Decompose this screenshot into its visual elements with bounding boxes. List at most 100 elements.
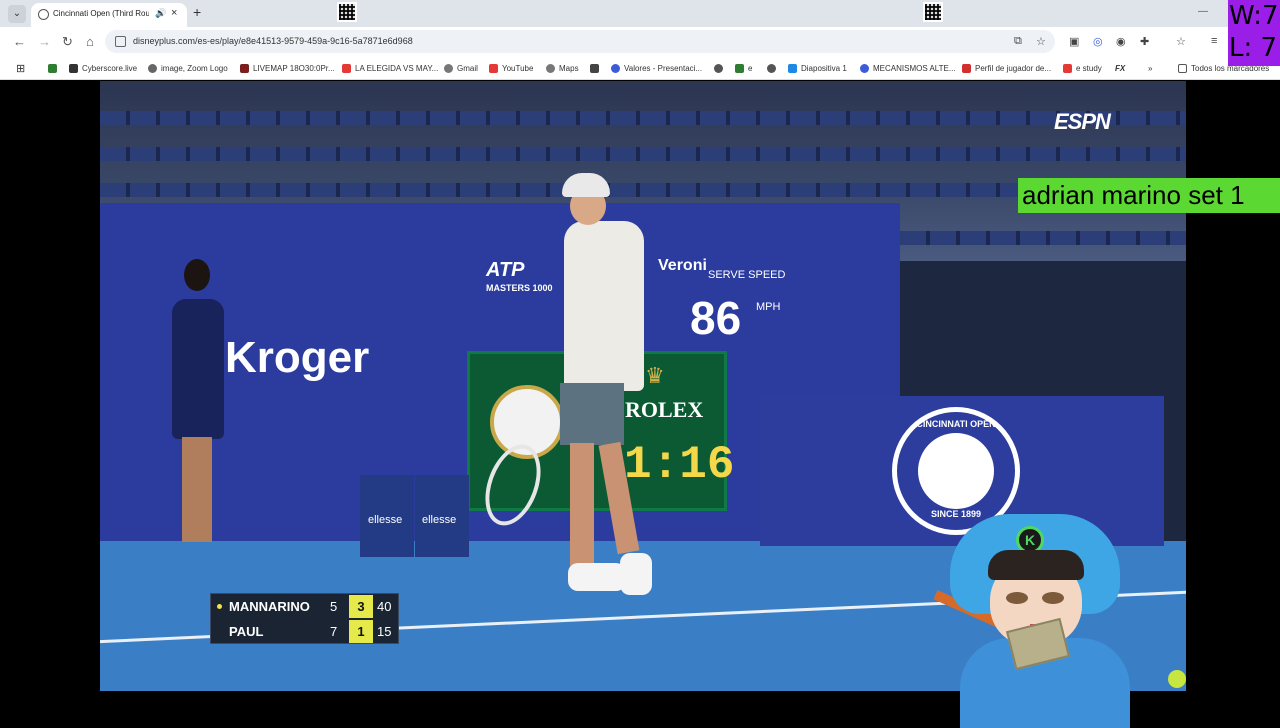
bookmark-favicon-icon: [48, 63, 57, 73]
bookmark-favicon-icon: [444, 63, 453, 73]
ellesse-label: ellesse: [422, 514, 457, 526]
player-name: PAUL: [229, 624, 264, 639]
bookmark-item[interactable]: Maps: [546, 61, 579, 75]
network-logo: ESPN: [1054, 109, 1111, 134]
sponsor-kroger: Kroger: [225, 333, 370, 382]
bookmark-favicon-icon: [611, 63, 620, 73]
bookmark-label: LIVEMAP 18O30:0Pr...: [253, 63, 335, 73]
bookmark-label: FX: [1115, 63, 1126, 73]
player-shoe: [568, 563, 626, 591]
player-cap: [562, 173, 610, 197]
bookmark-label: LA ELEGIDA VS MAY...: [355, 63, 439, 73]
bookmarks-star-icon[interactable]: ☆: [1176, 35, 1186, 48]
home-icon[interactable]: ⌂: [86, 34, 94, 49]
player-shoe: [620, 553, 652, 595]
tournament-name: CINCINNATI OPEN: [916, 419, 996, 429]
seat-row: [900, 231, 1186, 245]
browser-tab[interactable]: Cincinnati Open (Third Rou 🔊 ×: [31, 3, 187, 27]
reload-icon[interactable]: ↻: [62, 34, 73, 50]
bookmark-favicon-icon: [590, 63, 599, 73]
bookmark-item[interactable]: image, Zoom Logo: [148, 61, 228, 75]
menu-icon[interactable]: ≡: [1211, 35, 1217, 47]
bookmark-favicon-icon: [1063, 63, 1072, 73]
bookmarks-bar: ⊞ Cyberscore.live image, Zoom Logo LIVEM…: [0, 56, 1280, 80]
bookmark-item[interactable]: [767, 61, 780, 75]
bookmark-item[interactable]: Diapositiva 1: [788, 61, 847, 75]
minimize-button[interactable]: —: [1198, 6, 1208, 17]
player-shorts: [560, 383, 624, 445]
set-score: 5: [330, 599, 338, 614]
serve-speed-unit: MPH: [756, 301, 780, 313]
ball-girl-dress: [172, 299, 224, 439]
serve-speed-label: SERVE SPEED: [708, 269, 786, 281]
set-score: 7: [330, 624, 338, 639]
bookmark-item[interactable]: e: [735, 61, 752, 75]
extension-icon[interactable]: ▣: [1069, 35, 1079, 48]
bookmark-item[interactable]: [48, 61, 61, 75]
bookmark-favicon-icon: [148, 63, 157, 73]
bookmark-item[interactable]: Cyberscore.live: [69, 61, 137, 75]
tab-search-button[interactable]: ⌄: [8, 5, 26, 23]
bookmark-favicon-icon: [860, 63, 869, 73]
seat-row: [100, 147, 1186, 161]
apps-grid-icon[interactable]: ⊞: [16, 61, 25, 75]
games-score: 3: [349, 595, 373, 618]
seat-row: [100, 111, 1186, 125]
globe-icon: [918, 433, 994, 509]
tab-audio-icon[interactable]: 🔊: [155, 8, 166, 19]
bookmark-item[interactable]: Gmail: [444, 61, 478, 75]
bookmark-item[interactable]: e study: [1063, 61, 1102, 75]
bookmark-favicon-icon: [240, 63, 249, 73]
bookmark-label: YouTube: [502, 63, 534, 73]
install-app-icon[interactable]: ⧉: [1014, 35, 1022, 48]
forward-arrow-icon[interactable]: →: [38, 34, 51, 49]
more-bookmarks-chevron-icon[interactable]: »: [1148, 61, 1152, 75]
bookmark-star-icon[interactable]: ☆: [1036, 35, 1046, 48]
bookmark-favicon-icon: [962, 63, 971, 73]
bookmark-favicon-icon: [714, 63, 723, 73]
bookmark-label: Perfil de jugador de...: [975, 63, 1052, 73]
streamer-avatar: K: [930, 510, 1160, 728]
player-shirt: [564, 221, 644, 391]
tab-close-button[interactable]: ×: [171, 7, 177, 19]
score-row: PAUL 7 1 15: [211, 619, 400, 644]
bookmark-item[interactable]: LIVEMAP 18O30:0Pr...: [240, 61, 335, 75]
losses-label: L: 7: [1229, 33, 1278, 63]
tennis-player: [550, 173, 670, 633]
avatar-eye: [1042, 592, 1064, 604]
bookmark-label: Diapositiva 1: [801, 63, 847, 73]
points-score: 40: [377, 599, 392, 614]
site-info-icon[interactable]: [115, 36, 126, 47]
back-arrow-icon[interactable]: ←: [13, 34, 26, 49]
puzzle-extensions-icon[interactable]: ✚: [1140, 35, 1149, 48]
bookmark-item[interactable]: Perfil de jugador de...: [962, 61, 1051, 75]
serving-indicator-icon: [217, 604, 222, 609]
bookmark-label: e: [748, 63, 753, 73]
extension-icon[interactable]: ◉: [1116, 35, 1126, 48]
tab-favicon-icon: [38, 9, 49, 20]
player-leg: [598, 441, 640, 555]
bookmark-item[interactable]: FX: [1115, 61, 1125, 75]
bookmark-label: Gmail: [457, 63, 478, 73]
bookmark-item[interactable]: [714, 61, 727, 75]
points-score: 15: [377, 624, 392, 639]
serve-speed-value: 86: [690, 292, 742, 344]
browser-window: ⌄ Cincinnati Open (Third Rou 🔊 × + — ← →…: [0, 0, 1280, 80]
score-row: MANNARINO 5 3 40: [211, 594, 400, 619]
bookmark-item[interactable]: [590, 61, 603, 75]
avatar-hair: [988, 550, 1084, 580]
games-score: 1: [349, 620, 373, 643]
bookmark-item[interactable]: LA ELEGIDA VS MAY...: [342, 61, 438, 75]
address-bar[interactable]: disneyplus.com/es-es/play/e8e41513-9579-…: [105, 30, 1055, 53]
atp-logo: ATP: [486, 259, 525, 281]
folder-icon: [1178, 63, 1187, 73]
qr-code-icon: [337, 2, 357, 22]
bookmark-item[interactable]: YouTube: [489, 61, 533, 75]
bookmark-favicon-icon: [342, 63, 351, 73]
bookmark-item[interactable]: MECANISMOS ALTE...: [860, 61, 956, 75]
bookmark-label: Valores - Presentaci...: [624, 63, 703, 73]
new-tab-button[interactable]: +: [193, 4, 201, 20]
bookmark-item[interactable]: Valores - Presentaci...: [611, 61, 702, 75]
bookmark-favicon-icon: [735, 63, 744, 73]
extension-icon[interactable]: ◎: [1093, 35, 1103, 48]
